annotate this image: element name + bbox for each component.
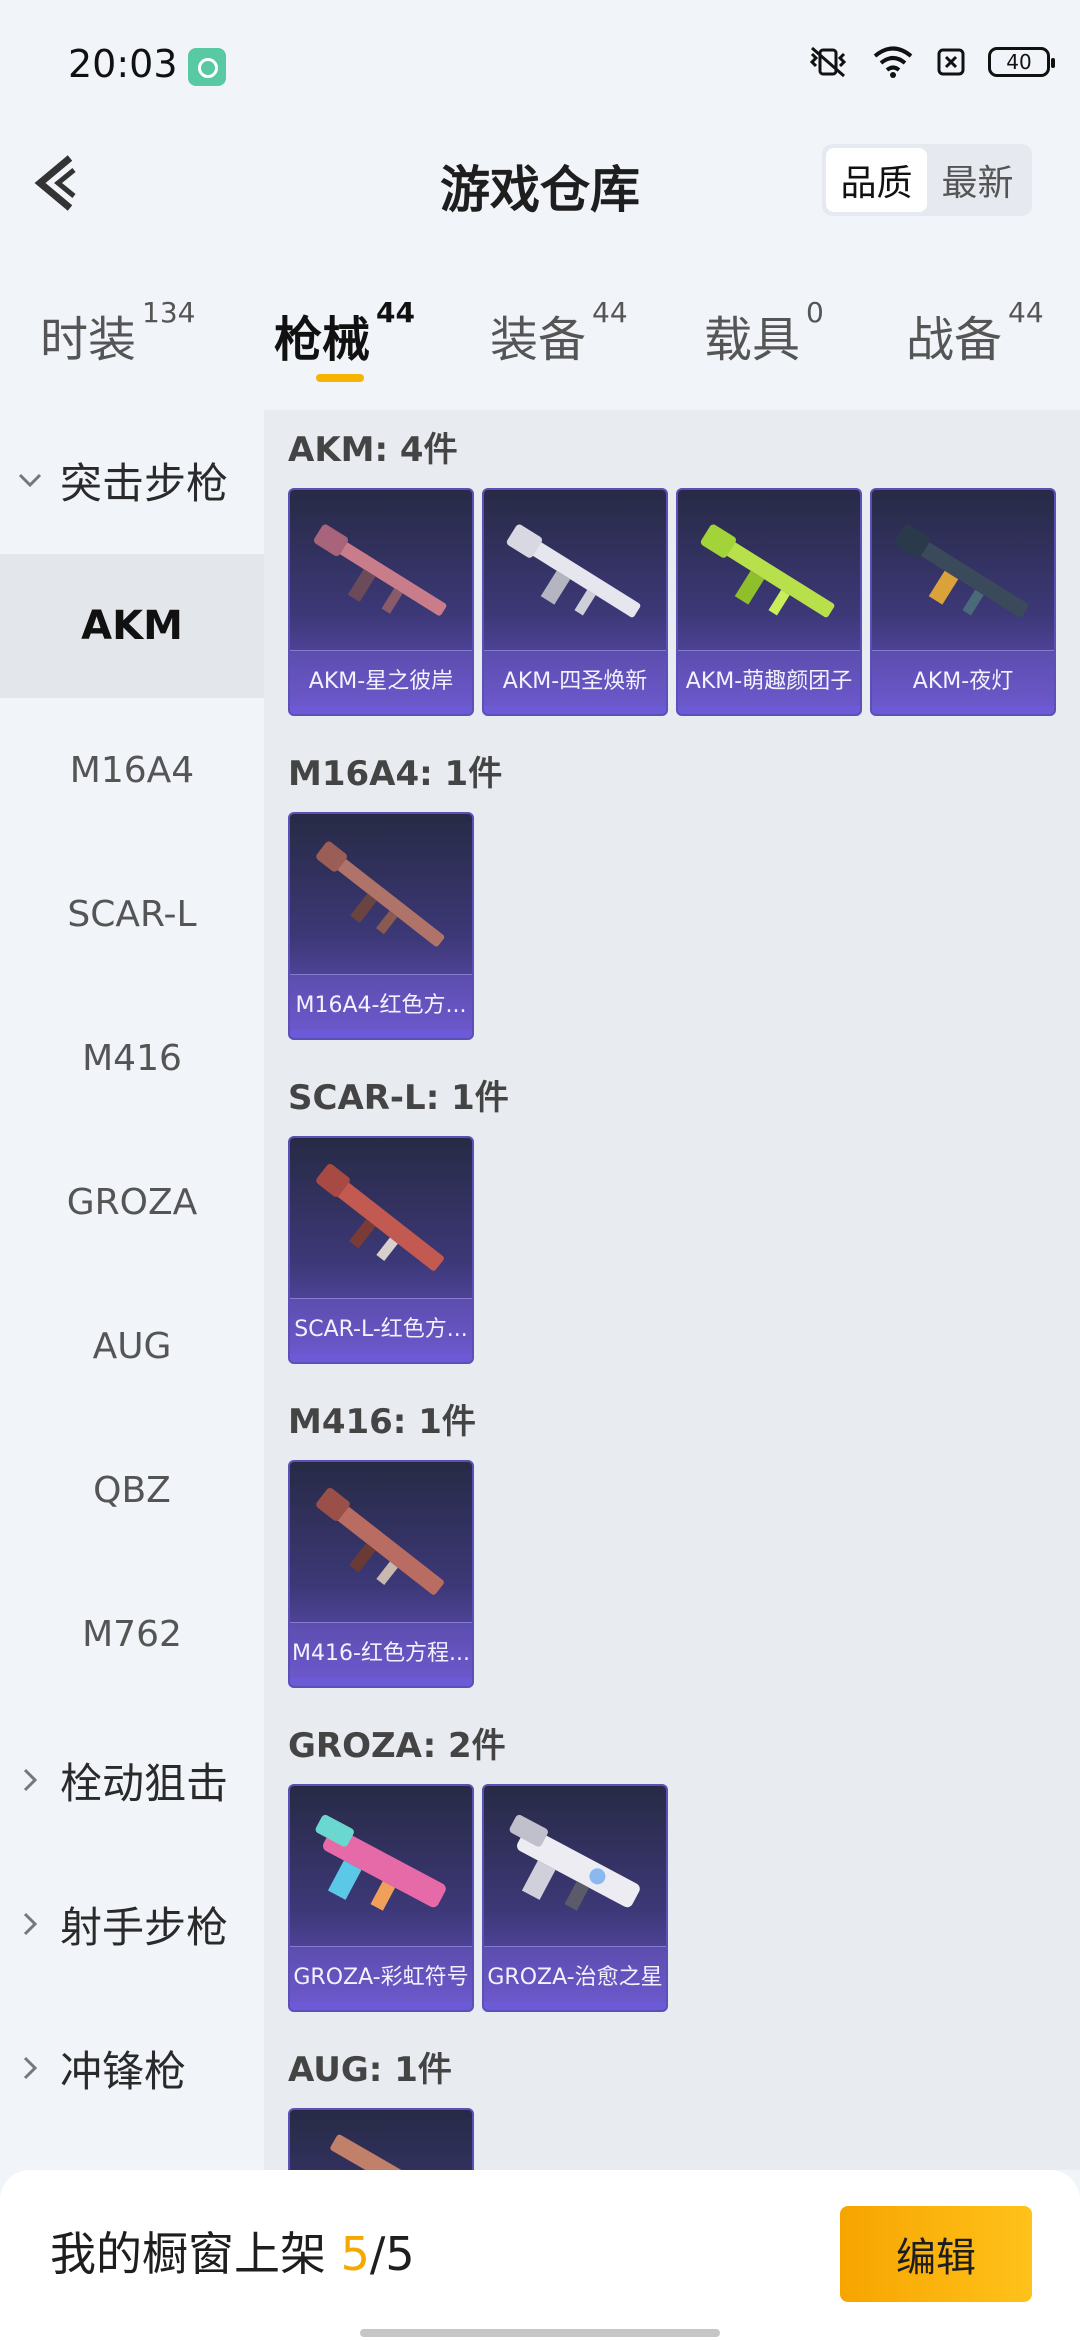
tab-label: 战备 [906, 312, 1003, 368]
skin-card-label: GROZA-治愈之星 [484, 1946, 666, 2002]
tab-vehicles[interactable]: 载具 0 [704, 296, 824, 370]
rifle-skin-image [894, 524, 1029, 618]
app-notification-icon [188, 48, 226, 86]
chevron-right-icon [0, 1904, 60, 1944]
sidebar-group-label: 突击步枪 [60, 458, 229, 508]
tab-count: 44 [376, 296, 415, 329]
skin-card[interactable]: AKM-星之彼岸 [288, 488, 474, 716]
skin-card[interactable]: AKM-四圣焕新 [482, 488, 668, 716]
sidebar-group-assault-rifles[interactable]: 突击步枪 [0, 410, 264, 550]
sim-icon [937, 48, 965, 76]
tab-equipment[interactable]: 装备 44 [490, 296, 628, 370]
rifle-skin-image [313, 524, 447, 616]
status-bar: 20:03 40 [0, 0, 1080, 130]
sidebar-group-marksman[interactable]: 射手步枪 [0, 1854, 264, 1994]
tab-firearms[interactable]: 枪械 44 [274, 296, 415, 370]
skin-card-label: AKM-夜灯 [872, 650, 1054, 706]
skin-card[interactable]: M16A4-红色方... [288, 812, 474, 1040]
status-time: 20:03 [68, 42, 178, 86]
skin-card[interactable]: SCAR-L-红色方... [288, 1136, 474, 1364]
section-title-aug: AUG: 1件 [288, 2050, 452, 2090]
sidebar-item-aug[interactable]: AUG [0, 1274, 264, 1418]
rifle-skin-image [316, 1163, 444, 1271]
sidebar: 突击步枪 AKM M16A4 SCAR-L M416 GROZA AUG QBZ… [0, 410, 264, 2170]
sidebar-item-akm[interactable]: AKM [0, 554, 264, 698]
sidebar-group-smg[interactable]: 冲锋枪 [0, 1998, 264, 2138]
rifle-skin-image [315, 1814, 446, 1911]
skin-card-label: GROZA-彩虹符号 [290, 1946, 472, 2002]
edit-button[interactable]: 编辑 [840, 2206, 1032, 2302]
sidebar-item-m16a4[interactable]: M16A4 [0, 698, 264, 842]
skin-card-label: SCAR-L-红色方... [290, 1298, 472, 1354]
skin-card[interactable]: AKM-萌趣颜团子 [676, 488, 862, 716]
active-tab-indicator [316, 374, 364, 382]
skin-card[interactable]: AKM-夜灯 [870, 488, 1056, 716]
status-icons: 40 [806, 44, 1055, 80]
sidebar-item-m416[interactable]: M416 [0, 986, 264, 1130]
shelf-separator: / [369, 2227, 386, 2281]
vibrate-off-icon [809, 46, 847, 78]
sidebar-item-scar-l[interactable]: SCAR-L [0, 842, 264, 986]
skin-card[interactable] [288, 2108, 474, 2170]
sort-latest-option[interactable]: 最新 [927, 148, 1028, 212]
rifle-skin-image [316, 841, 445, 947]
tab-label: 载具 [704, 312, 801, 368]
rifle-skin-image [316, 1487, 444, 1595]
sidebar-item-m762[interactable]: M762 [0, 1562, 264, 1706]
rifle-skin-image [506, 524, 641, 618]
sidebar-group-label: 冲锋枪 [60, 2046, 187, 2096]
sidebar-group-label: 射手步枪 [60, 1902, 229, 1952]
skin-card-label: AKM-星之彼岸 [290, 650, 472, 706]
home-indicator[interactable] [360, 2329, 720, 2337]
tab-label: 时装 [40, 312, 137, 368]
tab-count: 44 [1008, 296, 1044, 329]
shelf-total-count: 5 [385, 2227, 415, 2281]
sidebar-group-label: 栓动狙击 [60, 1758, 229, 1808]
rifle-skin-image [330, 2134, 459, 2170]
sidebar-item-qbz[interactable]: QBZ [0, 1418, 264, 1562]
skin-card-label: M416-红色方程... [290, 1622, 472, 1678]
chevron-right-icon [0, 1760, 60, 1800]
wifi-icon [873, 46, 913, 78]
battery-level: 40 [1006, 50, 1032, 74]
battery-icon: 40 [988, 47, 1055, 77]
tab-label: 枪械 [274, 312, 371, 368]
tab-fashion[interactable]: 时装 134 [40, 296, 195, 370]
tab-supplies[interactable]: 战备 44 [906, 296, 1044, 370]
tab-count: 0 [806, 296, 824, 329]
tab-label: 装备 [490, 312, 587, 368]
category-tabs: 时装 134 枪械 44 装备 44 载具 0 战备 44 [0, 296, 1080, 400]
section-title-groza: GROZA: 2件 [288, 1726, 506, 1766]
section-title-m16a4: M16A4: 1件 [288, 754, 503, 794]
shelf-current-count: 5 [340, 2227, 370, 2281]
skin-card[interactable]: M416-红色方程... [288, 1460, 474, 1688]
tab-count: 134 [142, 296, 196, 329]
rifle-skin-image [700, 524, 835, 618]
sidebar-group-bolt-sniper[interactable]: 栓动狙击 [0, 1710, 264, 1850]
section-title-m416: M416: 1件 [288, 1402, 476, 1442]
sort-toggle[interactable]: 品质 最新 [822, 144, 1032, 216]
skin-card-label: AKM-四圣焕新 [484, 650, 666, 706]
skin-card-label: M16A4-红色方... [290, 974, 472, 1030]
shelf-label: 我的橱窗上架 [50, 2227, 326, 2281]
weapon-list[interactable]: AKM: 4件 AKM-星之彼岸 AKM-四圣焕新 AKM-萌趣颜团子 AKM-… [264, 410, 1080, 2170]
bottom-bar: 我的橱窗上架 5/5 编辑 [0, 2170, 1080, 2340]
chevron-right-icon [0, 2048, 60, 2088]
sidebar-item-groza[interactable]: GROZA [0, 1130, 264, 1274]
skin-card[interactable]: GROZA-治愈之星 [482, 1784, 668, 2012]
section-title-akm: AKM: 4件 [288, 430, 458, 470]
skin-card[interactable]: GROZA-彩虹符号 [288, 1784, 474, 2012]
tab-count: 44 [592, 296, 628, 329]
skin-card-label: AKM-萌趣颜团子 [678, 650, 860, 706]
chevron-down-icon [0, 460, 60, 500]
rifle-skin-image [509, 1814, 640, 1911]
section-title-scar-l: SCAR-L: 1件 [288, 1078, 509, 1118]
shelf-status: 我的橱窗上架 5/5 [50, 2218, 415, 2284]
sort-quality-option[interactable]: 品质 [826, 148, 927, 212]
